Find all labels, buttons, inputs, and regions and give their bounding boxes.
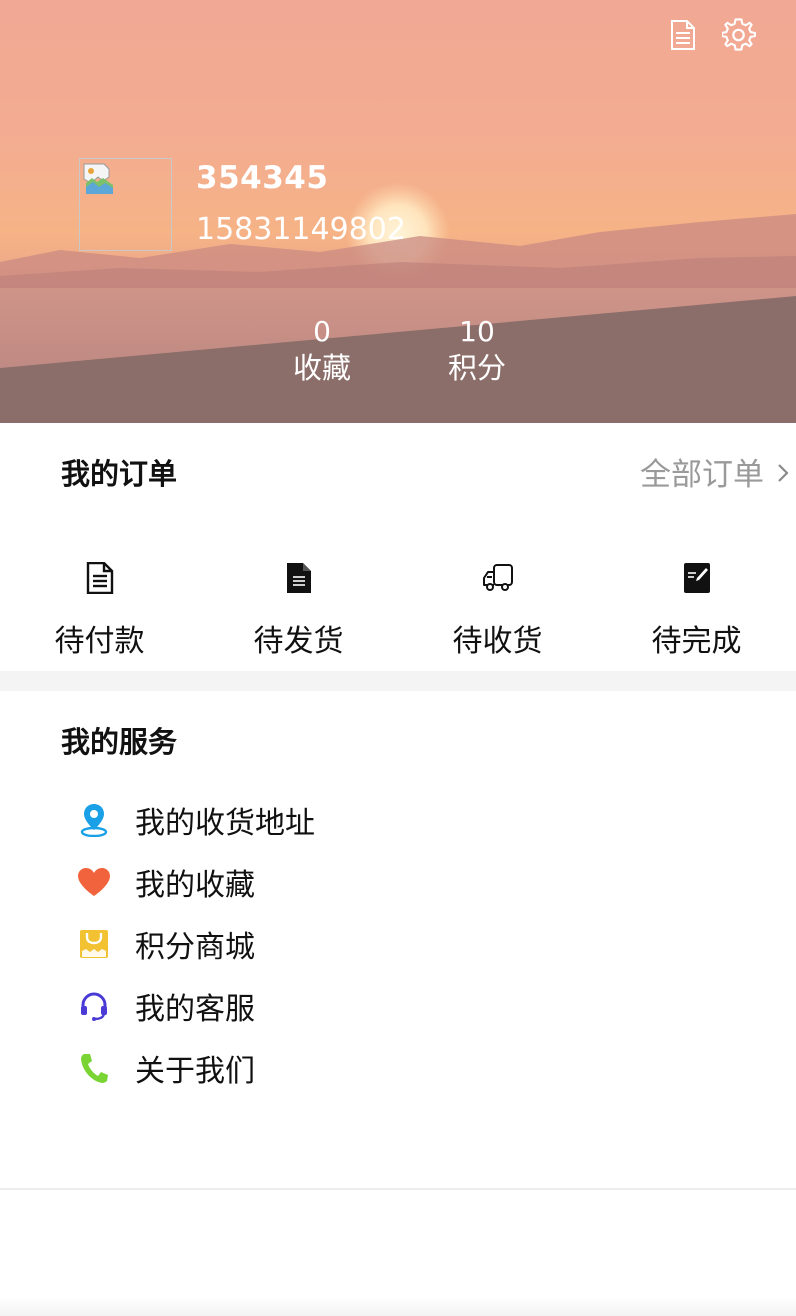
points-label: 积分 [447, 351, 506, 385]
order-pending-payment[interactable]: 待付款 [0, 558, 199, 660]
favorites-label: 收藏 [292, 351, 351, 385]
order-pending-complete[interactable]: 待完成 [597, 558, 796, 660]
orders-section: 我的订单 全部订单 待付款 待发货 待收货 待完成 [0, 423, 796, 671]
service-points-mall[interactable]: 积分商城 [76, 913, 315, 975]
points-count: 10 [459, 315, 495, 348]
favorites-stat[interactable]: 0 收藏 [262, 316, 382, 388]
favorites-count: 0 [313, 315, 331, 348]
header-actions [666, 18, 756, 52]
document-icon[interactable] [666, 18, 700, 52]
service-label: 我的收货地址 [135, 806, 315, 841]
avatar[interactable] [79, 158, 172, 251]
service-label: 我的客服 [135, 992, 255, 1027]
chevron-right-icon [778, 463, 789, 482]
settings-gear-icon[interactable] [722, 18, 756, 52]
user-name: 354345 [196, 160, 329, 196]
bottom-blank-area [0, 1190, 796, 1316]
file-document-icon [286, 558, 312, 598]
shopping-bag-icon [76, 926, 112, 962]
edit-note-icon [683, 558, 711, 598]
order-item-label: 待完成 [651, 624, 742, 659]
list-document-icon [86, 558, 114, 598]
user-phone: 15831149802 [196, 212, 406, 247]
service-address[interactable]: 我的收货地址 [76, 789, 315, 851]
headset-icon [76, 988, 112, 1024]
location-pin-icon [76, 802, 112, 838]
services-list: 我的收货地址 我的收藏 积分商城 我的客服 关于我们 [76, 789, 315, 1099]
broken-image-icon [83, 163, 113, 194]
services-section: 我的服务 我的收货地址 我的收藏 积分商城 我的客服 关于我们 [0, 691, 796, 1188]
order-pending-receipt[interactable]: 待收货 [398, 558, 597, 660]
services-title: 我的服务 [61, 725, 178, 759]
heart-icon [76, 864, 112, 900]
order-item-label: 待收货 [452, 624, 543, 659]
service-label: 关于我们 [135, 1054, 255, 1089]
all-orders-link[interactable]: 全部订单 [640, 449, 790, 494]
service-favorites[interactable]: 我的收藏 [76, 851, 315, 913]
service-label: 积分商城 [135, 930, 255, 965]
order-item-label: 待发货 [253, 624, 344, 659]
order-status-row: 待付款 待发货 待收货 待完成 [0, 558, 796, 660]
phone-icon [76, 1050, 112, 1086]
service-label: 我的收藏 [135, 868, 255, 903]
points-stat[interactable]: 10 积分 [417, 316, 537, 388]
all-orders-label: 全部订单 [640, 457, 764, 493]
orders-title: 我的订单 [61, 457, 178, 491]
section-divider [0, 671, 796, 691]
service-about-us[interactable]: 关于我们 [76, 1037, 315, 1099]
delivery-truck-icon [482, 558, 514, 598]
service-customer-support[interactable]: 我的客服 [76, 975, 315, 1037]
profile-header: 354345 15831149802 0 收藏 10 积分 [0, 0, 796, 423]
order-pending-shipment[interactable]: 待发货 [199, 558, 398, 660]
order-item-label: 待付款 [54, 624, 145, 659]
